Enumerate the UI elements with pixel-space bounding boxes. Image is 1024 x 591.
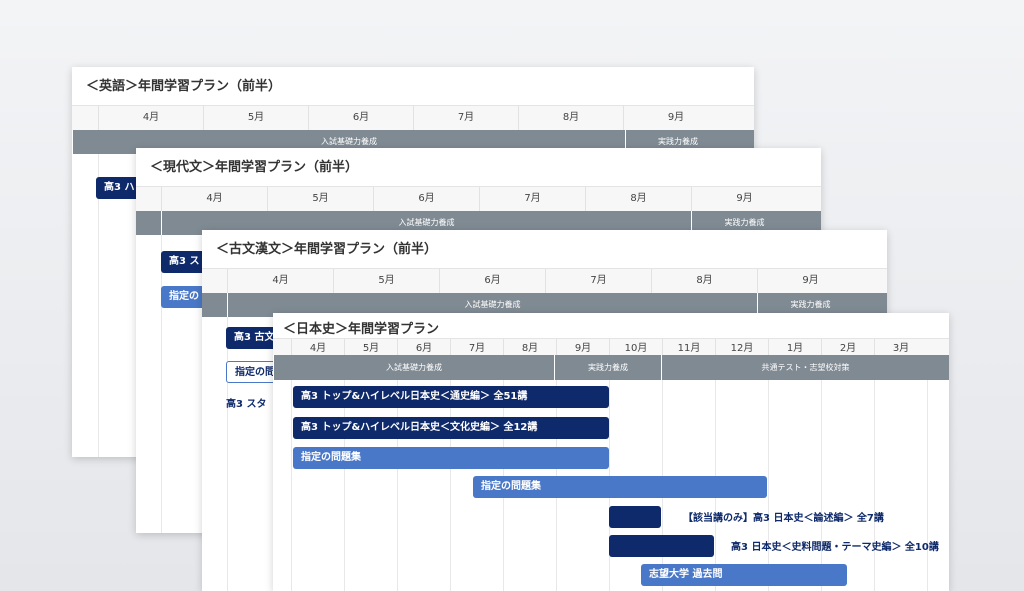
month-cell: 4月	[98, 106, 203, 130]
month-cell: 6月	[439, 269, 545, 293]
month-cell: 7月	[545, 269, 651, 293]
month-cell: 9月	[757, 269, 863, 293]
course-label: 高3 スタ	[226, 399, 267, 410]
month-cell: 5月	[203, 106, 308, 130]
gridline	[768, 380, 769, 591]
gridline	[161, 235, 162, 533]
month-header: 4月 5月 6月 7月 8月 9月	[202, 268, 887, 294]
card-title: ＜英語＞年間学習プラン（前半）	[86, 79, 282, 94]
month-cell: 6月	[308, 106, 413, 130]
month-cell: 5月	[267, 187, 373, 211]
course-bar[interactable]	[609, 506, 661, 528]
card-title: ＜古文漢文＞年間学習プラン（前半）	[216, 242, 438, 257]
course-label: 【該当講のみ】高3 日本史＜論述編＞ 全7講	[683, 513, 884, 524]
month-cell: 7月	[413, 106, 518, 130]
gridline	[874, 380, 875, 591]
gridline	[98, 154, 99, 457]
course-bar[interactable]: 指定の問題集	[473, 476, 767, 498]
card-title: ＜現代文＞年間学習プラン（前半）	[150, 160, 359, 175]
month-cell: 4月	[161, 187, 267, 211]
month-header: 4月 5月 6月 7月 8月 9月	[72, 105, 754, 131]
gridline	[821, 380, 822, 591]
month-cell: 9月	[623, 106, 728, 130]
month-cell: 5月	[333, 269, 439, 293]
gridline	[397, 380, 398, 591]
phase-cell: 実践力養成	[554, 355, 661, 380]
phase-header: 入試基礎力養成 実践力養成 共通テスト・志望校対策	[273, 355, 949, 380]
gridline	[291, 380, 292, 591]
month-cell: 8月	[585, 187, 691, 211]
month-cell: 9月	[691, 187, 797, 211]
month-cell: 6月	[373, 187, 479, 211]
course-bar[interactable]: 指定の問題集	[293, 447, 609, 469]
gridline	[450, 380, 451, 591]
month-cell: 8月	[651, 269, 757, 293]
gridline	[344, 380, 345, 591]
month-cell: 8月	[518, 106, 623, 130]
course-bar[interactable]	[609, 535, 714, 557]
plan-card-nihonshi: ＜日本史＞年間学習プラン 4月 5月 6月 7月 8月 9月 10月 11月 1…	[273, 313, 949, 591]
course-bar[interactable]: 高3 トップ&ハイレベル日本史＜文化史編＞ 全12講	[293, 417, 609, 439]
course-bar[interactable]: 志望大学 過去問	[641, 564, 847, 586]
course-bar[interactable]: 高3 トップ&ハイレベル日本史＜通史編＞ 全51講	[293, 386, 609, 408]
month-cell: 4月	[227, 269, 333, 293]
month-header: 4月 5月 6月 7月 8月 9月	[136, 186, 821, 212]
gridline	[227, 317, 228, 591]
course-label: 高3 日本史＜史料問題・テーマ史編＞ 全10講	[731, 542, 939, 553]
phase-cell: 共通テスト・志望校対策	[661, 355, 949, 380]
month-cell: 7月	[479, 187, 585, 211]
gridline	[927, 380, 928, 591]
phase-cell: 入試基礎力養成	[273, 355, 554, 380]
card-title: ＜日本史＞年間学習プラン	[283, 322, 440, 337]
